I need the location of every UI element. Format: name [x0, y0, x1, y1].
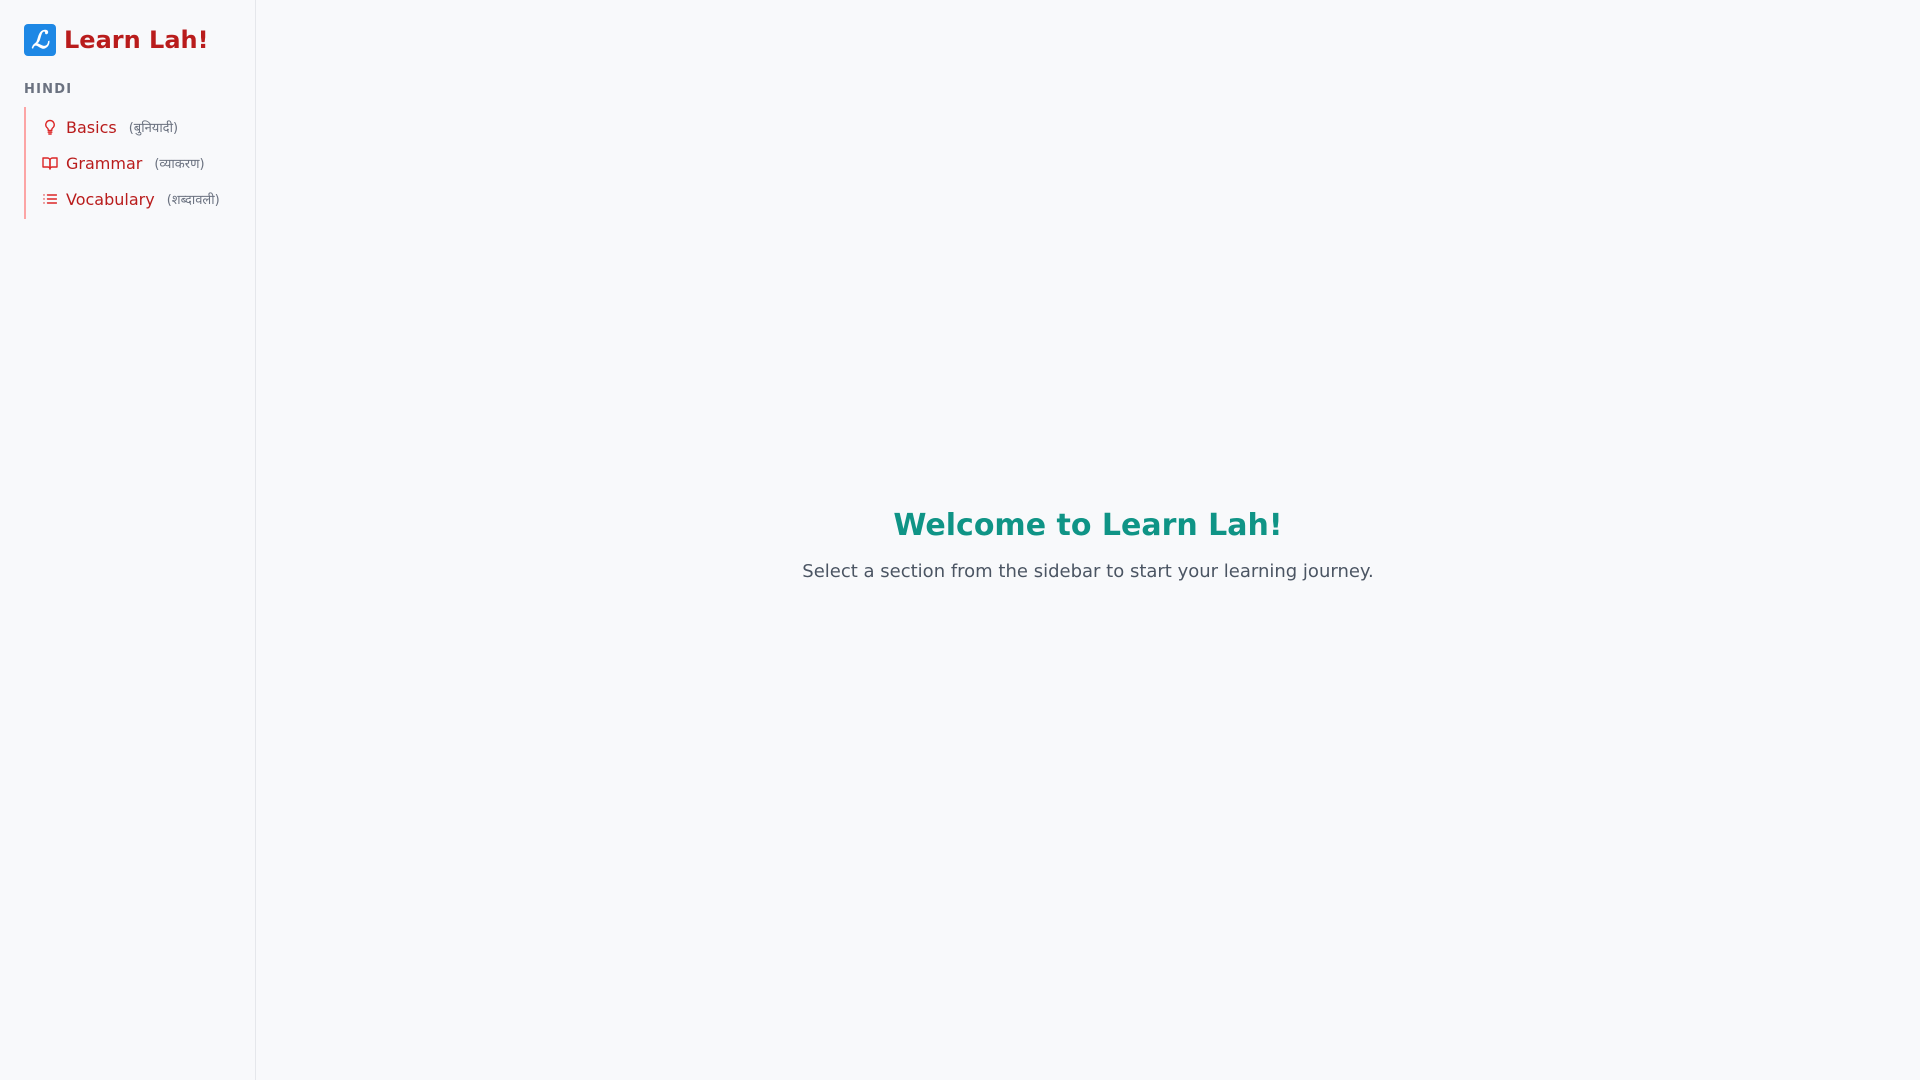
- main-content: Welcome to Learn Lah! Select a section f…: [256, 0, 1920, 1080]
- sidebar-item-grammar[interactable]: Grammar (व्याकरण): [26, 145, 231, 181]
- sidebar: ℒ Learn Lah! HINDI Basics (बुनियादी) Gra…: [0, 0, 256, 1080]
- sidebar-item-native-label: (व्याकरण): [154, 157, 205, 172]
- sidebar-item-vocabulary[interactable]: Vocabulary (शब्दावली): [26, 181, 231, 217]
- welcome-subtitle: Select a section from the sidebar to sta…: [802, 561, 1374, 582]
- sidebar-item-label: Basics: [66, 117, 117, 137]
- sidebar-item-label: Vocabulary: [66, 189, 155, 209]
- brand[interactable]: ℒ Learn Lah!: [24, 24, 231, 56]
- book-open-icon: [42, 155, 58, 171]
- list-icon: [42, 191, 58, 207]
- welcome-title: Welcome to Learn Lah!: [893, 508, 1283, 543]
- sidebar-nav: Basics (बुनियादी) Grammar (व्याकरण) Voca…: [24, 107, 231, 219]
- section-title-hindi: HINDI: [24, 82, 73, 97]
- sidebar-item-native-label: (बुनियादी): [128, 121, 179, 136]
- sidebar-item-basics[interactable]: Basics (बुनियादी): [26, 109, 231, 145]
- sidebar-item-native-label: (शब्दावली): [166, 193, 220, 208]
- app-name: Learn Lah!: [64, 26, 209, 54]
- logo-icon: ℒ: [24, 24, 56, 56]
- sidebar-item-label: Grammar: [66, 153, 143, 173]
- app-root: ℒ Learn Lah! HINDI Basics (बुनियादी) Gra…: [0, 0, 1920, 1080]
- lightbulb-icon: [42, 119, 58, 135]
